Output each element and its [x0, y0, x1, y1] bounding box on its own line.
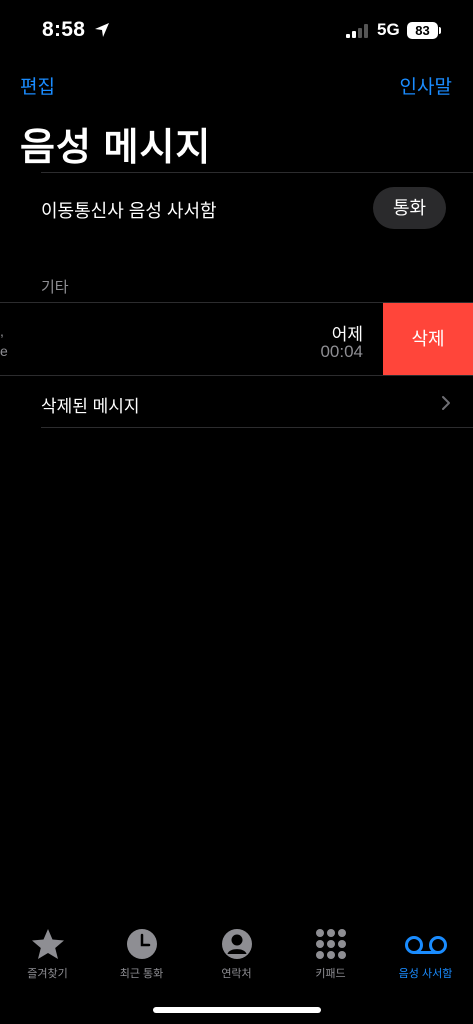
section-header-other: 기타 [41, 279, 69, 296]
delete-button[interactable]: 삭제 [383, 303, 473, 376]
home-indicator [153, 1007, 321, 1013]
chevron-right-icon [442, 396, 450, 410]
voicemail-caller-fragment: , [0, 323, 4, 339]
voicemail-duration: 00:04 [320, 342, 363, 361]
cellular-signal-icon [346, 24, 368, 38]
person-icon [221, 929, 252, 959]
divider [41, 172, 473, 173]
divider [41, 427, 473, 428]
tab-label: 즐겨찾기 [27, 968, 68, 980]
voicemail-caller-fragment-2: e [0, 343, 8, 359]
clock-icon [126, 929, 157, 959]
battery-level: 83 [415, 23, 430, 38]
tab-voicemail[interactable]: 음성 사서함 [378, 928, 473, 981]
tab-label: 음성 사서함 [398, 968, 453, 980]
edit-button[interactable]: 편집 [20, 72, 55, 99]
tab-recents[interactable]: 최근 통화 [94, 928, 189, 981]
battery-nub [439, 27, 441, 34]
tab-contacts[interactable]: 연락처 [189, 928, 284, 981]
divider [0, 375, 473, 376]
deleted-messages-item[interactable]: 삭제된 메시지 [41, 392, 140, 417]
star-icon [31, 929, 64, 959]
voicemail-icon [404, 936, 447, 954]
carrier-voicemail-label: 이동통신사 음성 사서함 [41, 201, 217, 221]
keypad-icon [315, 929, 346, 959]
status-time: 8:58 [42, 18, 86, 41]
tab-label: 최근 통화 [119, 968, 164, 980]
network-type: 5G [377, 20, 400, 39]
tab-label: 연락처 [221, 968, 252, 980]
page-title: 음성 메시지 [20, 127, 212, 169]
tab-favorites[interactable]: 즐겨찾기 [0, 928, 95, 981]
battery-icon: 83 [407, 22, 438, 39]
call-voicemail-button[interactable]: 통화 [373, 187, 446, 229]
greeting-button[interactable]: 인사말 [400, 72, 452, 99]
tab-keypad[interactable]: 키패드 [283, 928, 378, 981]
tab-label: 키패드 [315, 968, 346, 980]
location-arrow-icon [95, 23, 109, 37]
